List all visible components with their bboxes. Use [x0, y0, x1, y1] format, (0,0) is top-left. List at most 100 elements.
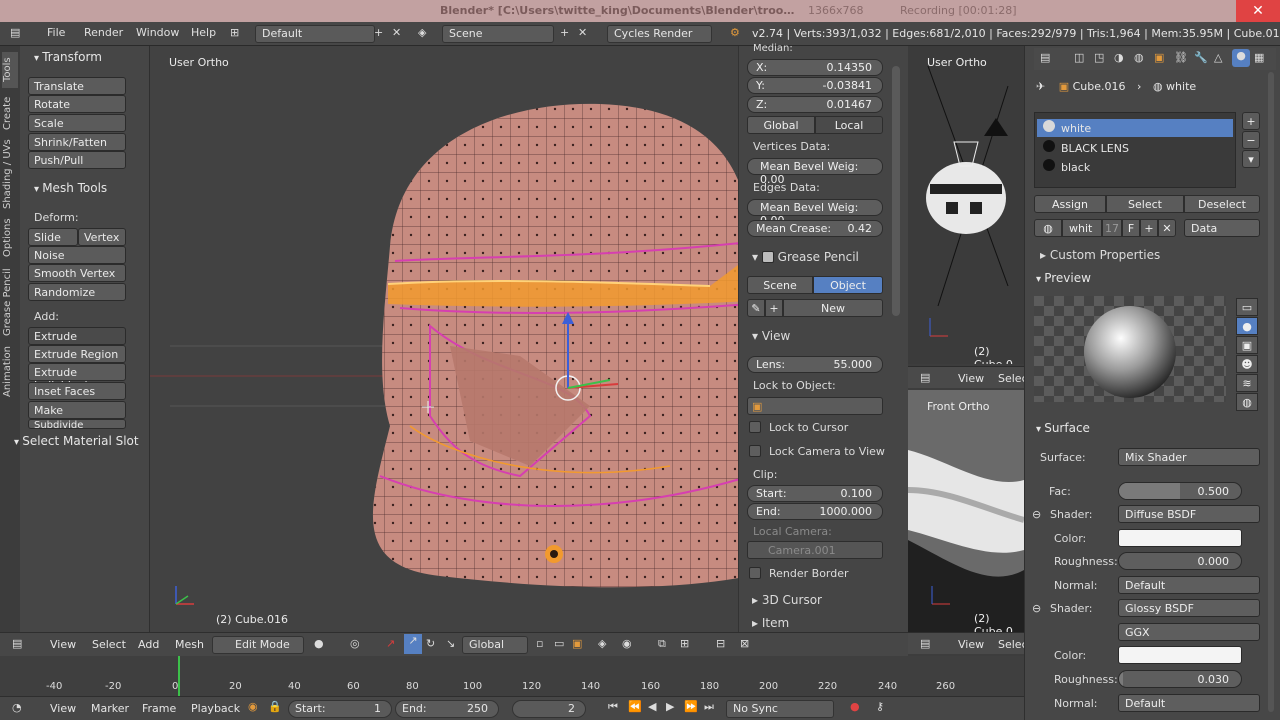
npanel-scrollbar[interactable] — [892, 66, 900, 316]
fake-user-button[interactable]: F — [1122, 219, 1140, 237]
global-button[interactable]: Global — [747, 116, 815, 134]
remove-slot-icon[interactable]: − — [1242, 131, 1260, 149]
subdivide-button[interactable]: Subdivide — [28, 419, 126, 429]
jump-start-icon[interactable]: ⏮ — [608, 700, 618, 714]
slot-specials-icon[interactable]: ▾ — [1242, 150, 1260, 168]
color2-swatch[interactable] — [1118, 646, 1242, 664]
mesh-tools-panel-title[interactable]: Mesh Tools — [34, 181, 107, 195]
preview-hair-icon[interactable]: ≋ — [1236, 374, 1258, 392]
lock-to-cursor-checkbox[interactable] — [749, 421, 761, 433]
local-button[interactable]: Local — [815, 116, 883, 134]
preview-panel-title[interactable]: Preview — [1036, 271, 1091, 285]
surface-panel-title[interactable]: Surface — [1036, 421, 1090, 435]
grease-pencil-checkbox[interactable] — [761, 251, 774, 263]
translate-button[interactable]: Translate — [28, 77, 126, 95]
scale-manipulator-icon[interactable]: ↘ — [446, 637, 455, 650]
object-tab-icon[interactable]: ▣ — [1154, 51, 1164, 64]
median-z-field[interactable]: Z: 0.01467 — [747, 96, 883, 113]
add-slot-icon[interactable]: + — [1242, 112, 1260, 130]
3d-cursor-panel[interactable]: ▸ 3D Cursor — [752, 593, 822, 607]
tab-options[interactable]: Options — [2, 214, 18, 262]
sync-selector[interactable]: No Sync — [726, 700, 834, 718]
material-name-field[interactable]: whit — [1062, 219, 1102, 237]
clip-end-field[interactable]: End: 1000.000 — [747, 503, 883, 520]
clip-start-field[interactable]: Start: 0.100 — [747, 485, 883, 502]
keying-set-icon[interactable]: ⚷ — [876, 700, 884, 713]
mean-crease-field[interactable]: Mean Crease: 0.42 — [747, 220, 883, 237]
start-frame-field[interactable]: Start: 1 — [288, 700, 392, 718]
material-slot-white[interactable]: white — [1037, 119, 1233, 137]
extrude-region-button[interactable]: Extrude Region — [28, 345, 126, 363]
render-border-checkbox[interactable] — [749, 567, 761, 579]
randomize-button[interactable]: Randomize — [28, 283, 126, 301]
grease-scene-button[interactable]: Scene — [747, 276, 813, 294]
properties-scrollbar[interactable] — [1268, 72, 1274, 712]
inset-faces-button[interactable]: Inset Faces — [28, 382, 126, 400]
snap-icon[interactable]: ⧉ — [658, 637, 666, 651]
pivot-icon[interactable]: ◎ — [350, 637, 360, 650]
scene-icon[interactable]: ◈ — [418, 26, 426, 39]
push-pull-button[interactable]: Push/Pull — [28, 151, 126, 169]
new-material-icon[interactable]: + — [1140, 219, 1158, 237]
face-select-icon[interactable]: ▣ — [572, 637, 582, 650]
scale-button[interactable]: Scale — [28, 114, 126, 132]
world-tab-icon[interactable]: ◍ — [1134, 51, 1144, 64]
select-button[interactable]: Select — [1106, 195, 1184, 213]
deselect-button[interactable]: Deselect — [1184, 195, 1260, 213]
orientation-selector[interactable]: Global — [462, 636, 528, 654]
shrink-fatten-button[interactable]: Shrink/Fatten — [28, 133, 126, 151]
menu-help[interactable]: Help — [191, 26, 216, 39]
material-browse-icon[interactable]: ◍ — [1034, 219, 1062, 237]
preview-cube-icon[interactable]: ▣ — [1236, 336, 1258, 354]
editor-type-icon-3[interactable]: ▤ — [920, 637, 930, 650]
play-icon[interactable]: ▶ — [666, 700, 674, 713]
material-tab-icon[interactable]: ● — [1232, 49, 1250, 67]
scene-selector[interactable]: Scene — [442, 25, 554, 43]
rotate-button[interactable]: Rotate — [28, 95, 126, 113]
constraints-tab-icon[interactable]: ⛓ — [1174, 51, 1188, 64]
extrude-menu[interactable]: Extrude — [28, 327, 126, 345]
rotate-manipulator-icon[interactable]: ↻ — [426, 637, 435, 650]
proportional-edit-icon[interactable]: ◉ — [622, 637, 632, 650]
vertex-select-icon[interactable]: ▫ — [536, 637, 543, 650]
translate-manipulator-icon[interactable]: ↗ — [404, 634, 422, 654]
edge-select-icon[interactable]: ▭ — [554, 637, 564, 650]
jump-end-icon[interactable]: ⏭ — [704, 700, 714, 714]
median-y-field[interactable]: Y: -0.03841 — [747, 77, 883, 94]
normal1-selector[interactable]: Default — [1118, 576, 1260, 594]
grease-object-button[interactable]: Object — [813, 276, 883, 294]
surface-shader-selector[interactable]: Mix Shader — [1118, 448, 1260, 466]
occlude-icon[interactable]: ◈ — [598, 637, 606, 650]
remove-scene-icon[interactable]: ✕ — [578, 26, 587, 39]
unlink-material-icon[interactable]: ✕ — [1158, 219, 1176, 237]
tab-tools[interactable]: Tools — [2, 52, 18, 88]
roughness1-slider[interactable]: 0.000 — [1118, 552, 1242, 570]
preview-monkey-icon[interactable]: ☻ — [1236, 355, 1258, 373]
end-frame-field[interactable]: End: 250 — [395, 700, 499, 718]
grease-new-button[interactable]: New — [783, 299, 883, 317]
fac-slider[interactable]: 0.500 — [1118, 482, 1242, 500]
menu-window[interactable]: Window — [136, 26, 179, 39]
view-panel-title[interactable]: ▾ View — [752, 329, 790, 343]
view-menu[interactable]: View — [50, 638, 76, 651]
slide-edge-button[interactable]: Slide Ed — [28, 228, 78, 257]
editor-type-icon-4[interactable]: ▤ — [1040, 51, 1050, 64]
grease-pencil-panel[interactable]: ▾ Grease Pencil — [752, 249, 859, 264]
color1-swatch[interactable] — [1118, 529, 1242, 547]
tab-grease-pencil[interactable]: Grease Pencil — [2, 266, 18, 338]
prev-keyframe-icon[interactable]: ⏪ — [628, 700, 642, 713]
median-x-field[interactable]: X: 0.14350 — [747, 59, 883, 76]
helmet-mesh[interactable] — [150, 46, 738, 632]
auto-keying-icon[interactable]: ● — [850, 700, 860, 713]
preview-flat-icon[interactable]: ▭ — [1236, 298, 1258, 316]
manipulator-icon[interactable]: ↗ — [386, 637, 395, 650]
camera-viewport[interactable]: User Ortho (2) Cube.0 — [908, 46, 1024, 364]
preview-world-icon[interactable]: ◍ — [1236, 393, 1258, 411]
link-data-selector[interactable]: Data — [1184, 219, 1260, 237]
editor-type-icon-2[interactable]: ▤ — [920, 371, 930, 384]
timeline[interactable] — [0, 656, 1024, 696]
transform-panel-title[interactable]: Transform — [34, 50, 102, 64]
custom-properties-panel[interactable]: ▸ Custom Properties — [1040, 248, 1160, 262]
pencil-icon[interactable]: ✎ — [747, 299, 765, 317]
menu-render[interactable]: Render — [84, 26, 123, 39]
